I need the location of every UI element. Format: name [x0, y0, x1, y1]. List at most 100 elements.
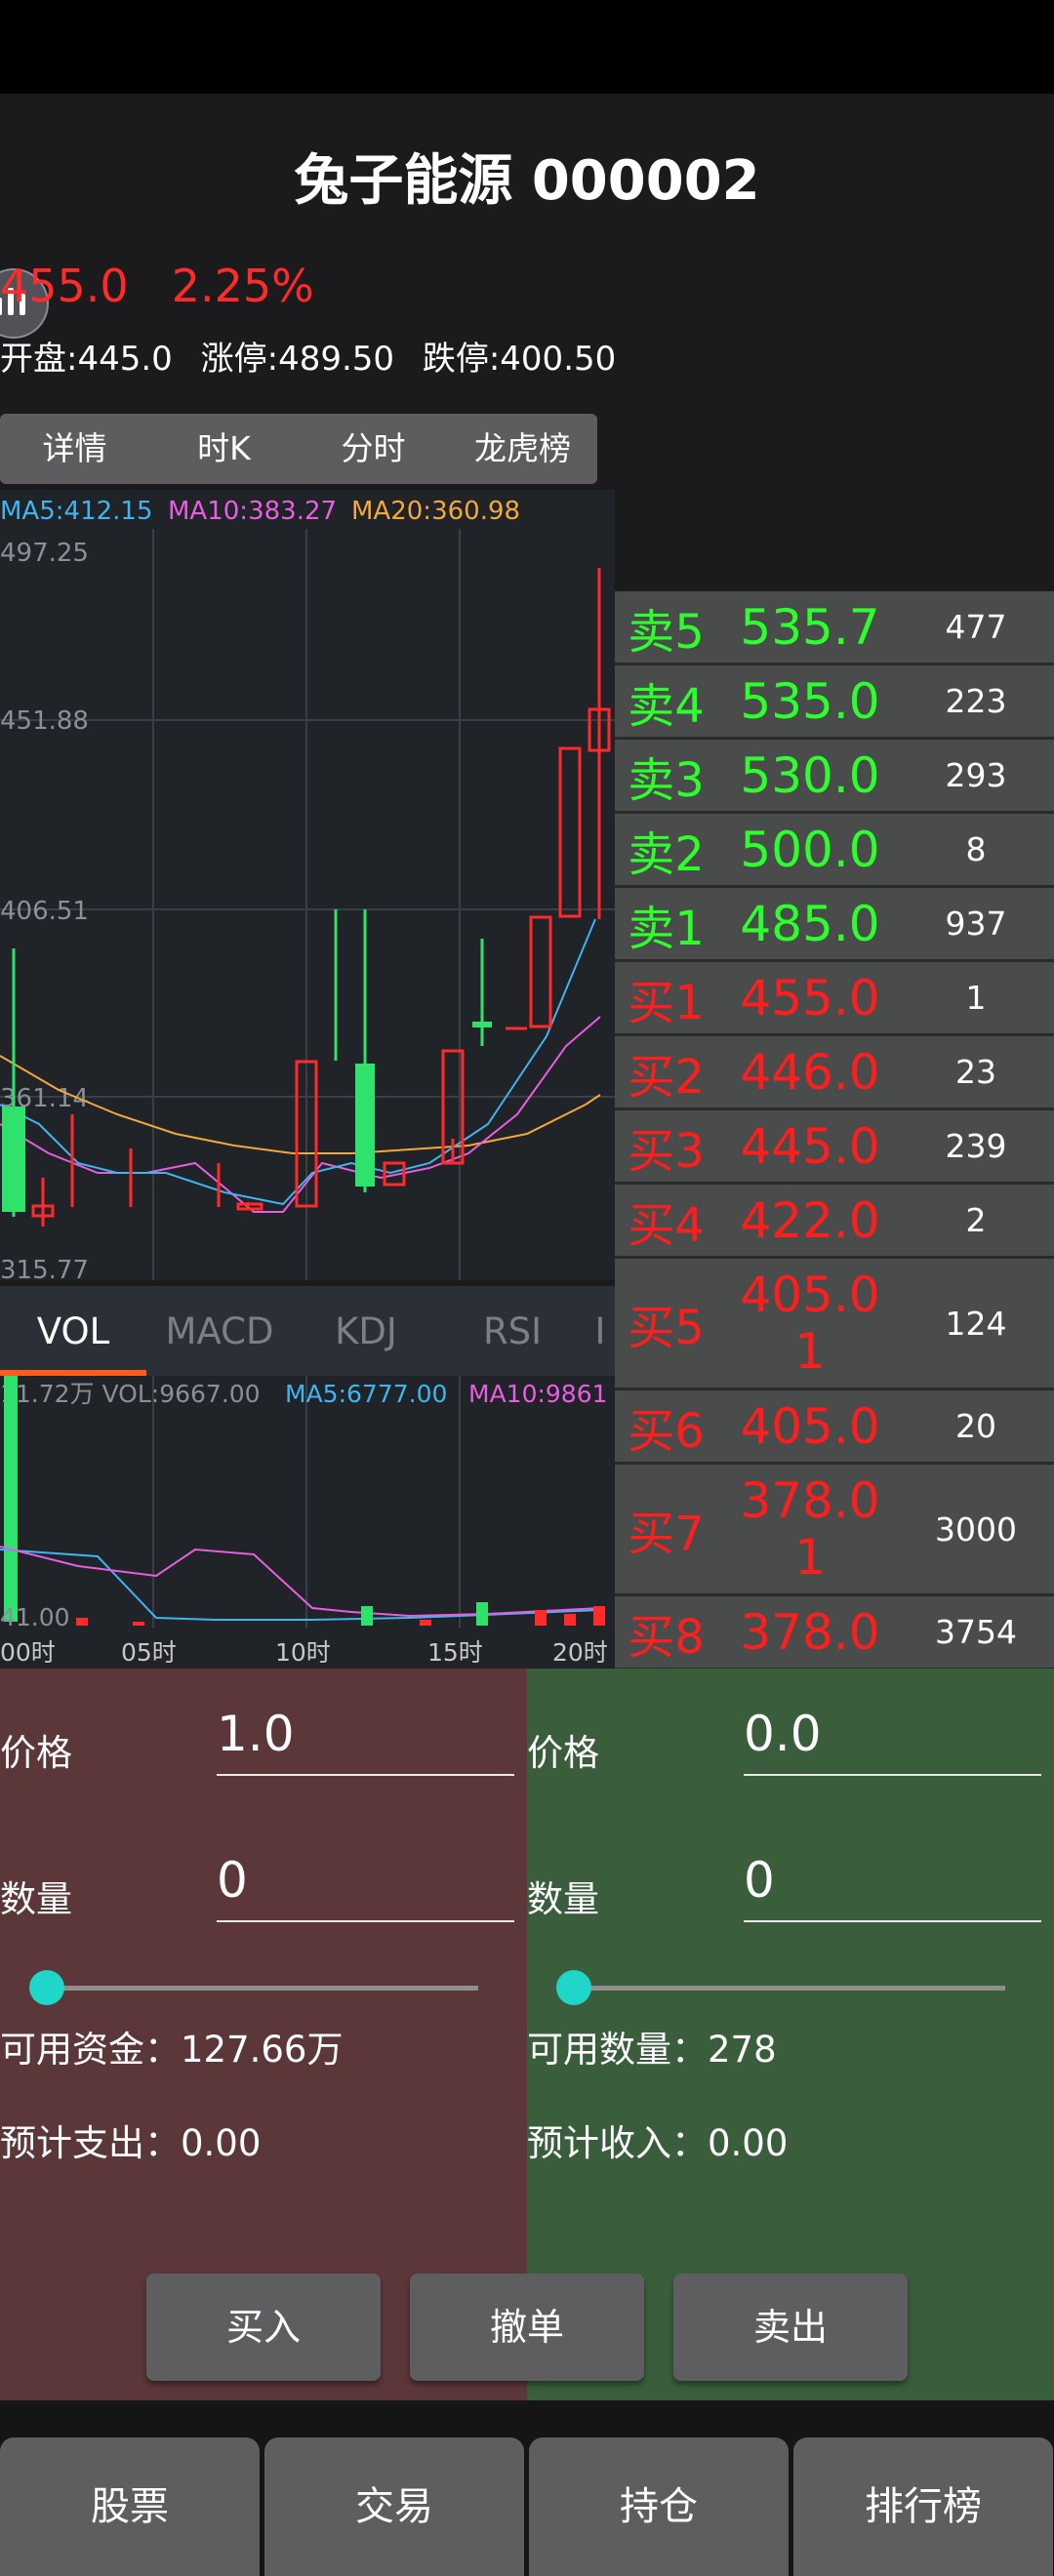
order-label: 买3: [628, 1123, 705, 1179]
order-label: 买6: [628, 1403, 705, 1459]
tab-dragon-tiger[interactable]: 龙虎榜: [448, 414, 597, 484]
sell-price-input[interactable]: 0.0: [744, 1692, 1041, 1776]
cancel-order-button[interactable]: 撤单: [410, 2274, 644, 2381]
order-qty: 23: [955, 1053, 996, 1091]
order-row-buy5[interactable]: 买5 405.01 124: [615, 1259, 1054, 1390]
sell-price-label: 价格: [527, 1732, 599, 1774]
order-price: 535.7: [740, 598, 880, 656]
order-row-sell5[interactable]: 卖5 535.7 477: [615, 591, 1054, 665]
axis-tick: 406.51: [0, 897, 89, 926]
available-shares: 可用数量：278: [527, 2029, 777, 2071]
sell-qty-slider-track[interactable]: [574, 1986, 1005, 1991]
order-price: 535.0: [740, 672, 880, 730]
order-label: 卖4: [628, 678, 705, 734]
open-price: 开盘:445.0: [0, 340, 173, 379]
order-label: 买1: [628, 975, 705, 1030]
order-qty: 1: [965, 979, 987, 1017]
order-label: 买2: [628, 1049, 705, 1105]
volume-chart[interactable]: 11.72万 VOL:9667.00 MA5:6777.00 MA10:9861…: [0, 1376, 615, 1669]
buy-button[interactable]: 买入: [146, 2274, 381, 2381]
nav-stocks[interactable]: 股票: [0, 2437, 260, 2576]
order-price: 485.0: [740, 895, 880, 952]
nav-ranking[interactable]: 排行榜: [793, 2437, 1053, 2576]
order-price: 446.0: [740, 1043, 880, 1101]
status-bar: [0, 0, 1054, 94]
order-qty: 20: [955, 1407, 996, 1445]
axis-tick: 497.25: [0, 539, 89, 568]
order-qty: 223: [945, 682, 1007, 720]
order-price: 405.0: [740, 1397, 880, 1455]
sell-qty-value: 0: [744, 1852, 775, 1909]
sell-qty-label: 数量: [527, 1878, 599, 1920]
nav-holdings[interactable]: 持仓: [529, 2437, 789, 2576]
x-tick: 05时: [121, 1638, 177, 1667]
change-percent: 2.25%: [171, 260, 314, 312]
order-qty: 3754: [935, 1613, 1017, 1651]
x-tick: 10时: [275, 1638, 331, 1667]
tab-rsi[interactable]: RSI: [439, 1310, 586, 1352]
buy-qty-label: 数量: [0, 1878, 72, 1920]
limit-up: 涨停:489.50: [200, 340, 395, 379]
candlestick-chart[interactable]: MA5:412.15 MA10:383.27 MA20:360.98 497.2…: [0, 490, 615, 1280]
tab-details[interactable]: 详情: [0, 414, 149, 484]
tab-vol[interactable]: VOL: [0, 1310, 146, 1352]
limit-down: 跌停:400.50: [422, 340, 617, 379]
order-row-sell3[interactable]: 卖3 530.0 293: [615, 740, 1054, 814]
order-label: 买5: [628, 1301, 705, 1355]
order-qty: 2: [965, 1201, 987, 1239]
vol-axis-bottom: 41.00: [0, 1603, 70, 1631]
order-row-buy6[interactable]: 买6 405.0 20: [615, 1390, 1054, 1465]
order-row-buy8[interactable]: 买8 378.0 3754: [615, 1596, 1054, 1669]
buy-qty-slider-handle[interactable]: [29, 1970, 64, 2005]
axis-tick: 315.77: [0, 1256, 89, 1280]
order-row-buy4[interactable]: 买4 422.0 2: [615, 1185, 1054, 1259]
sell-qty-slider-handle[interactable]: [556, 1970, 591, 2005]
x-tick: 15时: [427, 1638, 483, 1667]
order-price: 422.0: [740, 1191, 880, 1249]
order-price: 530.0: [740, 746, 880, 804]
sell-button[interactable]: 卖出: [673, 2274, 908, 2381]
vol-ma5-legend: MA5:6777.00: [285, 1380, 447, 1408]
buy-qty-input[interactable]: 0: [217, 1838, 514, 1922]
buy-qty-slider-track[interactable]: [47, 1986, 478, 1991]
trade-actions: 买入 撤单 卖出: [0, 2274, 1054, 2381]
order-label: 卖1: [628, 901, 705, 956]
ma20-legend: MA20:360.98: [351, 497, 520, 526]
order-label: 买4: [628, 1197, 705, 1253]
order-row-sell1[interactable]: 卖1 485.0 937: [615, 888, 1054, 962]
ma10-legend: MA10:383.27: [168, 497, 337, 526]
order-qty: 937: [945, 905, 1007, 943]
order-label: 买8: [628, 1609, 705, 1665]
order-book: 卖5 535.7 477 卖4 535.0 223 卖3 530.0 293 卖…: [615, 591, 1054, 1669]
order-row-sell4[interactable]: 卖4 535.0 223: [615, 665, 1054, 740]
order-row-sell2[interactable]: 卖2 500.0 8: [615, 814, 1054, 888]
tab-hourly-k[interactable]: 时K: [149, 414, 299, 484]
estimated-cost: 预计支出：0.00: [0, 2122, 262, 2164]
buy-qty-value: 0: [217, 1852, 248, 1909]
order-label: 卖2: [628, 826, 705, 882]
buy-price-label: 价格: [0, 1732, 72, 1774]
estimated-income: 预计收入：0.00: [527, 2122, 789, 2164]
tab-timeshare[interactable]: 分时: [299, 414, 448, 484]
nav-trade[interactable]: 交易: [264, 2437, 524, 2576]
x-tick: 20时: [552, 1638, 608, 1667]
order-row-buy3[interactable]: 买3 445.0 239: [615, 1110, 1054, 1185]
order-label: 卖5: [628, 604, 705, 660]
tab-kdj[interactable]: KDJ: [293, 1310, 439, 1352]
sell-qty-input[interactable]: 0: [744, 1838, 1041, 1922]
order-row-buy1[interactable]: 买1 455.0 1: [615, 962, 1054, 1036]
current-price: 455.0: [0, 260, 129, 312]
order-price: 500.0: [740, 821, 880, 878]
order-qty: 8: [965, 830, 987, 868]
order-price: 455.0: [740, 969, 880, 1026]
order-qty: 239: [945, 1127, 1007, 1165]
tab-more[interactable]: I: [586, 1310, 615, 1352]
price-line: 455.0 2.25%: [0, 260, 314, 328]
order-qty: 124: [945, 1304, 1007, 1343]
order-row-buy2[interactable]: 买2 446.0 23: [615, 1036, 1054, 1110]
order-row-buy7[interactable]: 买7 378.01 3000: [615, 1465, 1054, 1596]
bottom-nav: 股票 交易 持仓 排行榜: [0, 2400, 1054, 2576]
tab-macd[interactable]: MACD: [146, 1310, 293, 1352]
vol-ma10-legend: MA10:9861: [468, 1380, 608, 1408]
buy-price-input[interactable]: 1.0: [217, 1692, 514, 1776]
